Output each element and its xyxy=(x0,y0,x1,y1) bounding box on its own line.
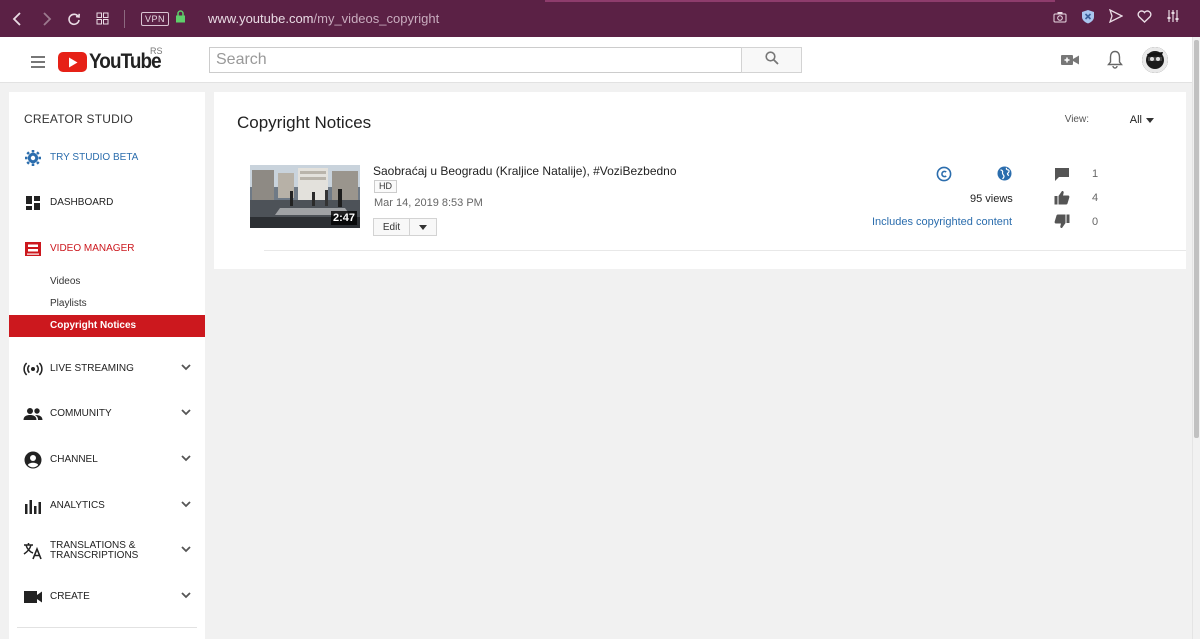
thumbs-up-icon xyxy=(1054,190,1070,210)
video-manager-icon xyxy=(23,239,43,259)
dropdown-caret-icon xyxy=(1146,114,1154,126)
sidebar-subitem-videos[interactable]: Videos xyxy=(9,271,205,293)
vpn-badge[interactable]: VPN xyxy=(141,11,170,26)
edit-button-group: Edit xyxy=(373,218,437,236)
play-logo-icon xyxy=(58,52,87,72)
video-camera-icon xyxy=(23,587,43,607)
tabs-grid-icon[interactable] xyxy=(88,5,116,33)
forward-icon[interactable] xyxy=(32,5,60,33)
sidebar-label-line-2: TRANSCRIPTIONS xyxy=(50,550,139,561)
url-host: www.youtube.com xyxy=(208,11,314,26)
chevron-down-icon[interactable] xyxy=(181,545,191,556)
sidebar-divider xyxy=(17,627,197,628)
search-icon xyxy=(764,50,779,70)
sidebar-item-channel[interactable]: CHANNEL xyxy=(9,445,205,475)
gear-icon xyxy=(23,148,43,168)
dashboard-icon xyxy=(23,193,43,213)
lock-icon[interactable] xyxy=(175,9,186,28)
public-globe-icon[interactable] xyxy=(997,166,1012,186)
live-broadcast-icon xyxy=(23,359,43,379)
sidebar-item-label: TRANSLATIONS & TRANSCRIPTIONS xyxy=(50,541,138,561)
menu-icon[interactable] xyxy=(31,56,45,71)
account-circle-icon xyxy=(23,450,43,470)
youtube-logo[interactable]: YouTube RS xyxy=(58,46,169,74)
sidebar-item-community[interactable]: COMMUNITY xyxy=(9,399,205,429)
translate-icon xyxy=(23,541,43,561)
chevron-down-icon[interactable] xyxy=(181,408,191,419)
page-title: Copyright Notices xyxy=(237,113,372,132)
view-count: 95 views xyxy=(970,193,1013,205)
sidebar-item-label: TRY STUDIO BETA xyxy=(50,152,139,163)
like-count: 4 xyxy=(1092,192,1099,204)
search-button[interactable] xyxy=(741,47,802,73)
sidebar-item-translations[interactable]: TRANSLATIONS & TRANSCRIPTIONS xyxy=(9,536,205,566)
url-path: /my_videos_copyright xyxy=(313,11,440,26)
video-upload-date: Mar 14, 2019 8:53 PM xyxy=(374,197,483,209)
copyright-notices-panel: Copyright Notices View: All 2:47 Saobrać… xyxy=(214,92,1186,269)
heart-icon[interactable] xyxy=(1137,9,1152,28)
upload-video-icon[interactable] xyxy=(1060,53,1080,72)
chevron-down-icon[interactable] xyxy=(181,363,191,374)
sidebar-item-video-manager[interactable]: VIDEO MANAGER xyxy=(9,234,205,264)
sidebar-subitem-copyright-notices[interactable]: Copyright Notices xyxy=(9,315,205,337)
sidebar-item-label: CREATE xyxy=(50,591,90,602)
video-thumbnail[interactable]: 2:47 xyxy=(250,165,360,228)
reload-icon[interactable] xyxy=(60,5,88,33)
view-filter-label: View: xyxy=(1064,114,1089,125)
video-title-link[interactable]: Saobraćaj u Beogradu (Kraljice Natalije)… xyxy=(373,164,677,178)
people-icon xyxy=(23,404,43,424)
account-avatar[interactable] xyxy=(1142,47,1168,73)
hd-badge: HD xyxy=(374,180,397,193)
active-tab-indicator xyxy=(545,0,1055,2)
analytics-bars-icon xyxy=(23,496,43,516)
edit-menu-dropdown[interactable] xyxy=(410,219,436,235)
sidebar-item-label: VIDEO MANAGER xyxy=(50,243,135,254)
sliders-menu-icon[interactable] xyxy=(1166,9,1180,28)
view-filter-value: All xyxy=(1129,114,1142,126)
thumbs-down-icon xyxy=(1054,214,1070,234)
view-filter-dropdown[interactable]: All xyxy=(1130,114,1154,126)
youtube-header: YouTube RS Search xyxy=(0,37,1200,83)
address-bar[interactable]: www.youtube.com/my_videos_copyright xyxy=(208,11,439,26)
toolbar-divider xyxy=(124,9,125,28)
logo-region: RS xyxy=(150,46,163,56)
edit-button[interactable]: Edit xyxy=(374,219,410,235)
camera-icon[interactable] xyxy=(1053,10,1067,28)
sidebar-item-label: LIVE STREAMING xyxy=(50,363,134,374)
shield-icon[interactable] xyxy=(1081,9,1095,29)
scrollbar-thumb[interactable] xyxy=(1194,40,1199,438)
sidebar-item-label: ANALYTICS xyxy=(50,500,105,511)
creator-studio-sidebar: CREATOR STUDIO TRY STUDIO BETA DASHBOARD… xyxy=(9,92,205,639)
video-duration: 2:47 xyxy=(330,211,357,225)
notifications-bell-icon[interactable] xyxy=(1107,50,1123,74)
sidebar-item-live-streaming[interactable]: LIVE STREAMING xyxy=(9,354,205,384)
comment-count: 1 xyxy=(1092,168,1099,180)
sidebar-item-analytics[interactable]: ANALYTICS xyxy=(9,491,205,521)
row-divider xyxy=(264,250,1186,251)
sidebar-item-label: COMMUNITY xyxy=(50,408,112,419)
copyrighted-content-link[interactable]: Includes copyrighted content xyxy=(872,216,1012,228)
comment-icon xyxy=(1054,167,1070,187)
chevron-down-icon[interactable] xyxy=(181,454,191,465)
send-icon[interactable] xyxy=(1108,8,1124,28)
chevron-down-icon[interactable] xyxy=(181,500,191,511)
dislike-count: 0 xyxy=(1092,216,1099,228)
sidebar-item-label: DASHBOARD xyxy=(50,197,114,208)
browser-toolbar: VPN www.youtube.com/my_videos_copyright xyxy=(0,0,1200,37)
sidebar-item-label: CHANNEL xyxy=(50,454,98,465)
sidebar-item-dashboard[interactable]: DASHBOARD xyxy=(9,188,205,218)
back-icon[interactable] xyxy=(4,5,32,33)
dropdown-caret-icon xyxy=(419,222,427,233)
sidebar-subitem-playlists[interactable]: Playlists xyxy=(9,293,205,315)
sidebar-item-create[interactable]: CREATE xyxy=(9,582,205,612)
chevron-down-icon[interactable] xyxy=(181,591,191,602)
sidebar-title: CREATOR STUDIO xyxy=(24,112,134,126)
copyright-icon[interactable] xyxy=(936,166,952,187)
sidebar-item-try-studio-beta[interactable]: TRY STUDIO BETA xyxy=(9,143,205,173)
search-input[interactable]: Search xyxy=(209,47,742,73)
